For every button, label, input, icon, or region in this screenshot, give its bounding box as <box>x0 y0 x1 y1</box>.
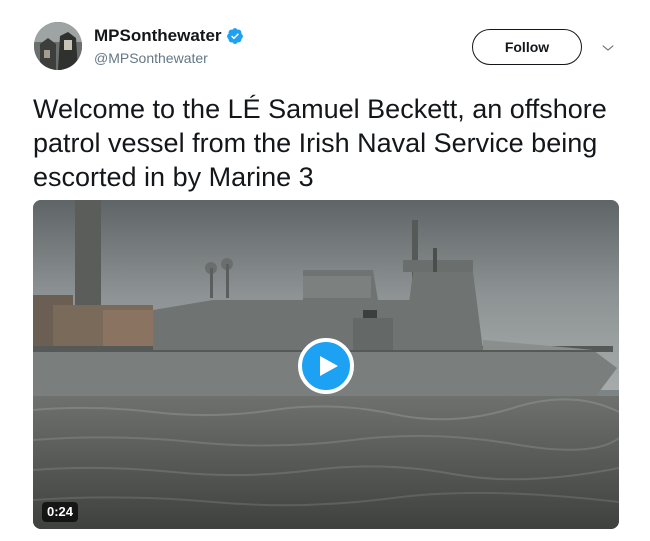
verified-badge-icon <box>226 27 244 45</box>
avatar[interactable] <box>34 22 82 70</box>
user-handle[interactable]: @MPSonthewater <box>94 49 244 67</box>
tweet-text: Welcome to the LÉ Samuel Beckett, an off… <box>33 94 607 192</box>
user-names: MPSonthewater @MPSonthewater <box>94 26 244 67</box>
tweet-card: MPSonthewater @MPSonthewater Follow Welc… <box>0 0 650 541</box>
video-duration: 0:24 <box>42 502 79 522</box>
follow-button[interactable]: Follow <box>472 29 582 65</box>
play-button[interactable] <box>298 338 354 394</box>
chevron-down-icon[interactable] <box>598 38 618 58</box>
display-name[interactable]: MPSonthewater <box>94 26 222 46</box>
avatar-image <box>34 22 82 70</box>
video-player[interactable]: 0:24 <box>33 200 619 529</box>
play-icon <box>320 356 338 376</box>
